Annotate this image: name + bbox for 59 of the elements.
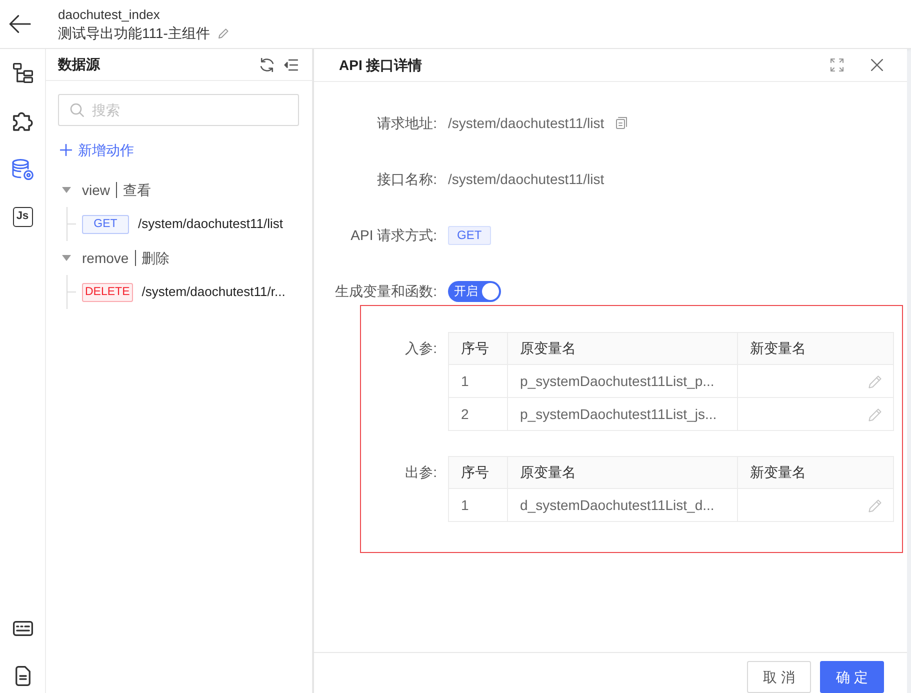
table-cell: 1 (448, 364, 508, 398)
column-header: 新变量名 (738, 456, 894, 488)
sidebar-tab[interactable]: Js (6, 201, 38, 233)
plus-icon (60, 144, 72, 156)
column-header: 序号 (448, 456, 508, 488)
collapse-icon[interactable] (284, 58, 298, 70)
caret-down-icon[interactable] (62, 255, 71, 261)
knob-icon (482, 282, 499, 300)
arrow-icon (9, 15, 31, 33)
tree-connector-line (66, 275, 76, 309)
column-header: 序号 (448, 332, 508, 364)
method-tag: GET (82, 214, 129, 234)
section-label: 入参: (404, 339, 438, 358)
caret-down-icon[interactable] (62, 187, 71, 193)
field-value: /system/daochutest11/list (448, 170, 604, 189)
section-label: 出参: (404, 463, 438, 482)
action-name[interactable]: remove (82, 248, 129, 268)
puzzle-icon (12, 111, 32, 131)
close-icon[interactable] (871, 59, 883, 71)
keyboard-icon (12, 620, 32, 636)
table-cell: 1 (448, 488, 508, 522)
table-cell: p_systemDaochutest11List_js... (508, 398, 738, 430)
edit-icon[interactable] (218, 28, 229, 39)
field-label: 生成变量和函数: (334, 282, 437, 300)
field-value: /system/daochutest11/list (448, 114, 604, 133)
column-header: 新变量名 (738, 332, 894, 364)
hierarchy-icon (12, 63, 32, 83)
column-header: 原变量名 (508, 332, 738, 364)
page-title: daochutest_index (58, 6, 161, 24)
api-path[interactable]: /system/daochutest11/r... (142, 282, 286, 302)
table-cell: 2 (448, 398, 508, 430)
panel-title: 数据源 (58, 55, 100, 74)
action-label[interactable]: 删除 (142, 248, 170, 268)
tree-connector-line (66, 207, 76, 241)
column-header: 原变量名 (508, 456, 738, 488)
database-icon (12, 158, 34, 180)
field-label: 请求地址: (376, 114, 437, 132)
api-path[interactable]: /system/daochutest11/list (138, 214, 283, 234)
fullscreen-icon[interactable] (830, 58, 844, 72)
table-cell: p_systemDaochutest11List_p... (508, 364, 738, 398)
field-label: 接口名称: (376, 170, 437, 188)
method-tag: DELETE (82, 282, 133, 302)
action-name[interactable]: view (82, 180, 110, 200)
toggle-switch[interactable]: 开启 (448, 280, 501, 302)
cancel-button[interactable]: 取 消 (747, 661, 811, 693)
table-cell: d_systemDaochutest11List_d... (508, 488, 738, 522)
refresh-icon[interactable] (260, 58, 274, 72)
search-field[interactable]: 搜索 (58, 94, 299, 126)
js-icon: Js (12, 207, 32, 227)
component-name: 测试导出功能111-主组件 (58, 24, 210, 43)
add-action-button[interactable]: 新增动作 (58, 140, 134, 160)
drawer-title: API 接口详情 (339, 56, 422, 74)
document-icon (14, 666, 30, 686)
search-icon (70, 103, 84, 117)
action-label[interactable]: 查看 (123, 180, 152, 200)
copy-icon[interactable] (616, 117, 628, 129)
confirm-button[interactable]: 确 定 (820, 661, 884, 693)
field-label: API 请求方式: (350, 226, 437, 244)
method-tag: GET (448, 226, 491, 244)
